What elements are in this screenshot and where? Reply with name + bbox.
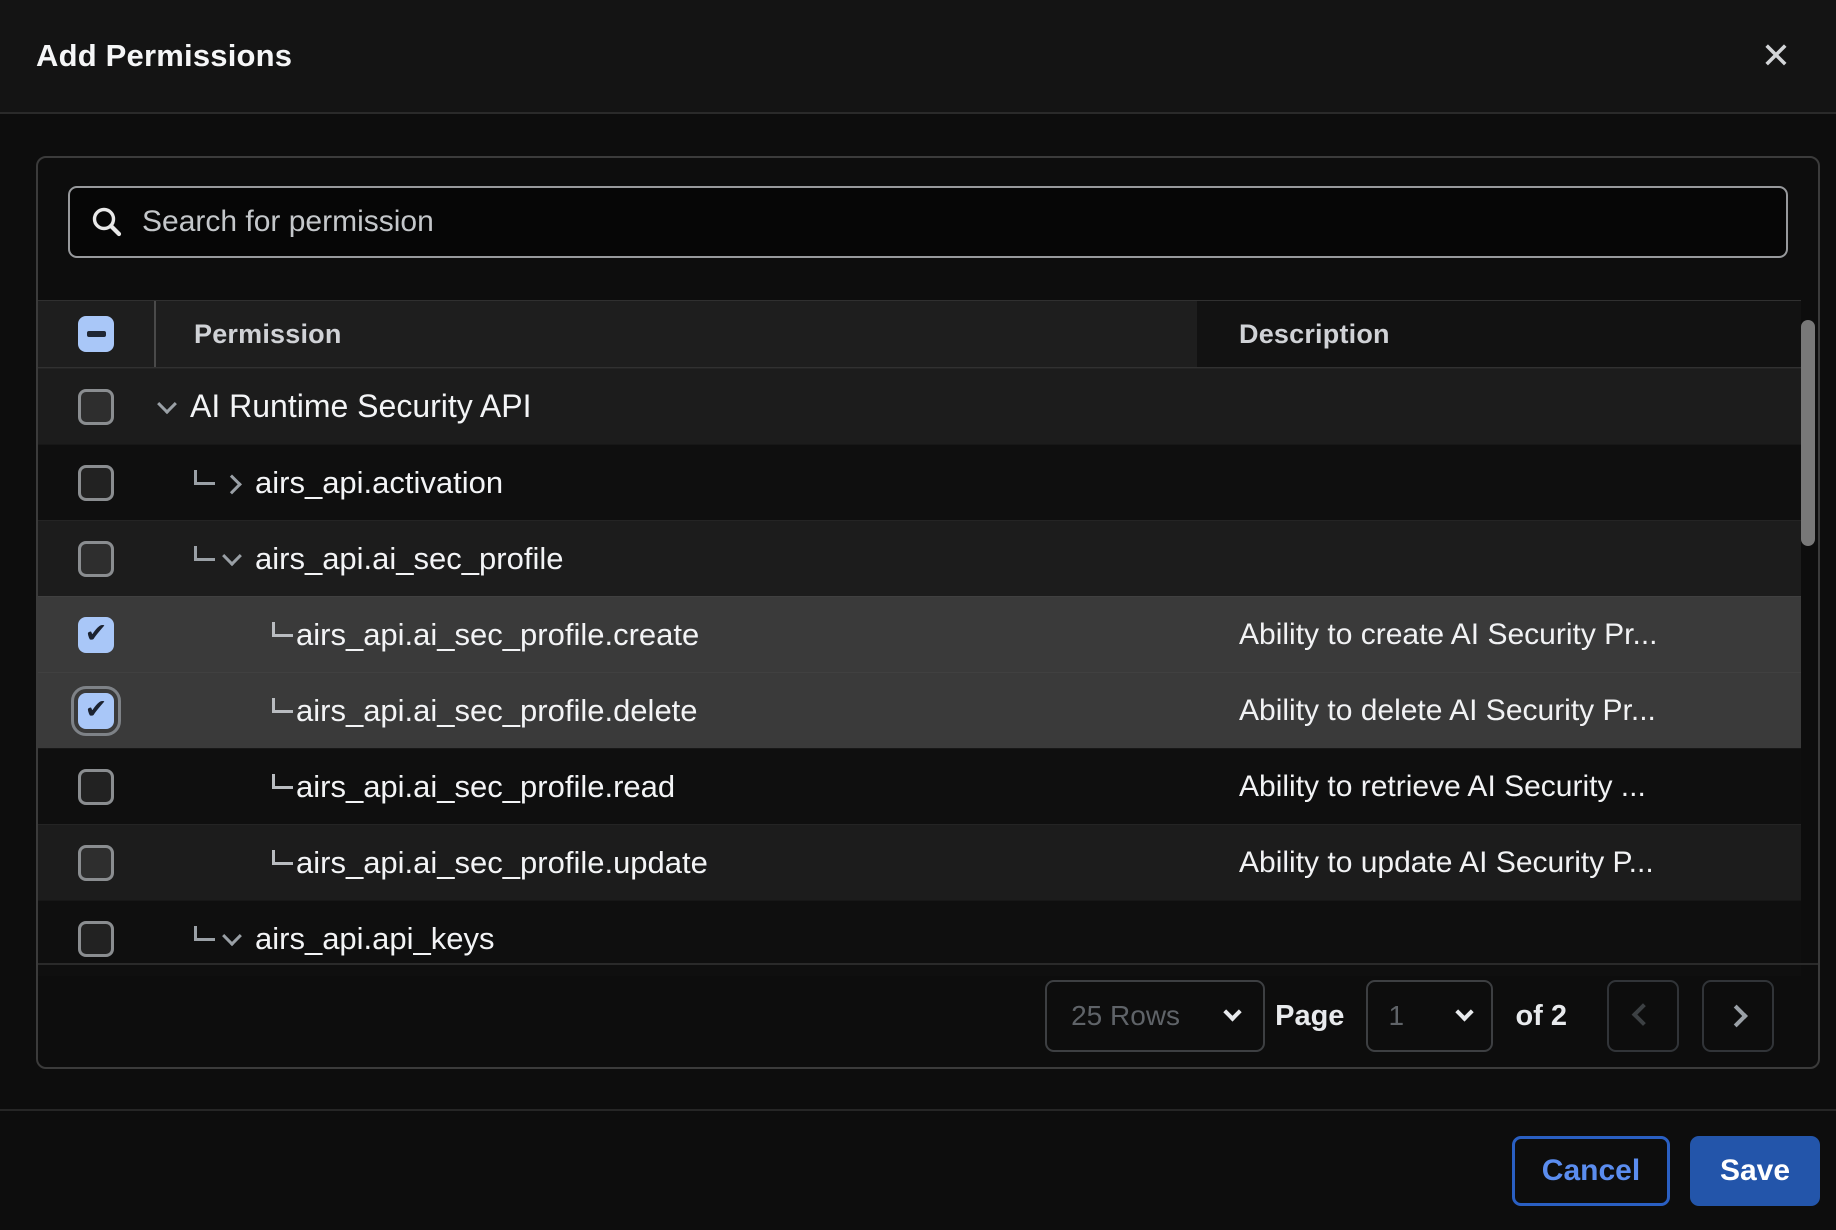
row-checkbox[interactable]	[78, 389, 114, 425]
permission-label: airs_api.api_keys	[255, 921, 495, 957]
rows-per-page-select[interactable]: 25 Rows	[1045, 980, 1265, 1052]
tree-branch-icon	[272, 774, 293, 789]
table-row[interactable]: airs_api.ai_sec_profile.create Ability to…	[38, 596, 1801, 672]
scrollbar-thumb[interactable]	[1801, 320, 1815, 546]
search-box	[68, 186, 1788, 258]
close-icon[interactable]: ✕	[1752, 32, 1800, 80]
page-count: of 2	[1515, 1000, 1567, 1033]
row-checkbox[interactable]	[78, 769, 114, 805]
modal-footer: Cancel Save	[0, 1109, 1836, 1230]
table-row[interactable]: AI Runtime Security API	[38, 368, 1801, 444]
table-row[interactable]: airs_api.ai_sec_profile	[38, 520, 1801, 596]
description-label: Ability to retrieve AI Security ...	[1197, 770, 1646, 804]
description-label: Ability to update AI Security P...	[1197, 846, 1654, 880]
pagination-bar: 25 Rows Page 1 of 2	[38, 963, 1818, 1067]
table-row[interactable]: airs_api.ai_sec_profile.read Ability to r…	[38, 748, 1801, 824]
permission-label: airs_api.ai_sec_profile	[255, 541, 563, 577]
permission-label: airs_api.activation	[255, 465, 503, 501]
chevron-right-icon[interactable]	[222, 474, 242, 494]
row-checkbox[interactable]	[78, 541, 114, 577]
column-header-permission: Permission	[194, 319, 342, 350]
row-checkbox[interactable]	[78, 921, 114, 957]
chevron-down-icon	[1223, 1003, 1241, 1021]
table-body: AI Runtime Security API airs_api.activati…	[38, 368, 1801, 976]
content-panel: Permission Description AI Runtime Securi…	[36, 156, 1820, 1069]
search-icon	[90, 205, 124, 239]
select-all-checkbox[interactable]	[78, 316, 114, 352]
description-label: Ability to delete AI Security Pr...	[1197, 694, 1656, 728]
permission-label: airs_api.ai_sec_profile.create	[296, 617, 699, 653]
chevron-down-icon[interactable]	[222, 926, 242, 946]
tree-branch-icon	[194, 546, 215, 561]
prev-page-button[interactable]	[1607, 980, 1679, 1052]
permission-label: airs_api.ai_sec_profile.update	[296, 845, 708, 881]
description-label: Ability to create AI Security Pr...	[1197, 618, 1658, 652]
column-header-description: Description	[1239, 319, 1390, 350]
row-checkbox[interactable]	[78, 465, 114, 501]
row-checkbox[interactable]	[78, 617, 114, 653]
table-row[interactable]: airs_api.ai_sec_profile.delete Ability to…	[38, 672, 1801, 748]
chevron-left-icon	[1632, 1003, 1655, 1026]
chevron-down-icon	[1456, 1003, 1474, 1021]
tree-branch-icon	[272, 850, 293, 865]
page-label: Page	[1275, 1000, 1344, 1033]
modal-title: Add Permissions	[36, 38, 1752, 74]
permission-label: airs_api.ai_sec_profile.read	[296, 769, 675, 805]
search-input[interactable]	[140, 204, 1766, 240]
next-page-button[interactable]	[1702, 980, 1774, 1052]
tree-branch-icon	[194, 470, 215, 485]
permissions-table: Permission Description AI Runtime Securi…	[38, 300, 1801, 976]
modal-header: Add Permissions ✕	[0, 0, 1836, 114]
tree-branch-icon	[272, 622, 293, 637]
tree-branch-icon	[272, 698, 293, 713]
save-button[interactable]: Save	[1690, 1136, 1820, 1206]
table-row[interactable]: airs_api.ai_sec_profile.update Ability to…	[38, 824, 1801, 900]
table-row[interactable]: airs_api.activation	[38, 444, 1801, 520]
table-header-row: Permission Description	[38, 300, 1801, 368]
row-checkbox[interactable]	[78, 845, 114, 881]
tree-branch-icon	[194, 926, 215, 941]
row-checkbox[interactable]	[78, 693, 114, 729]
permission-label: AI Runtime Security API	[190, 388, 531, 425]
chevron-right-icon	[1725, 1005, 1748, 1028]
cancel-button[interactable]: Cancel	[1512, 1136, 1670, 1206]
chevron-down-icon[interactable]	[157, 394, 177, 414]
chevron-down-icon[interactable]	[222, 546, 242, 566]
page-select[interactable]: 1	[1366, 980, 1493, 1052]
permission-label: airs_api.ai_sec_profile.delete	[296, 693, 698, 729]
